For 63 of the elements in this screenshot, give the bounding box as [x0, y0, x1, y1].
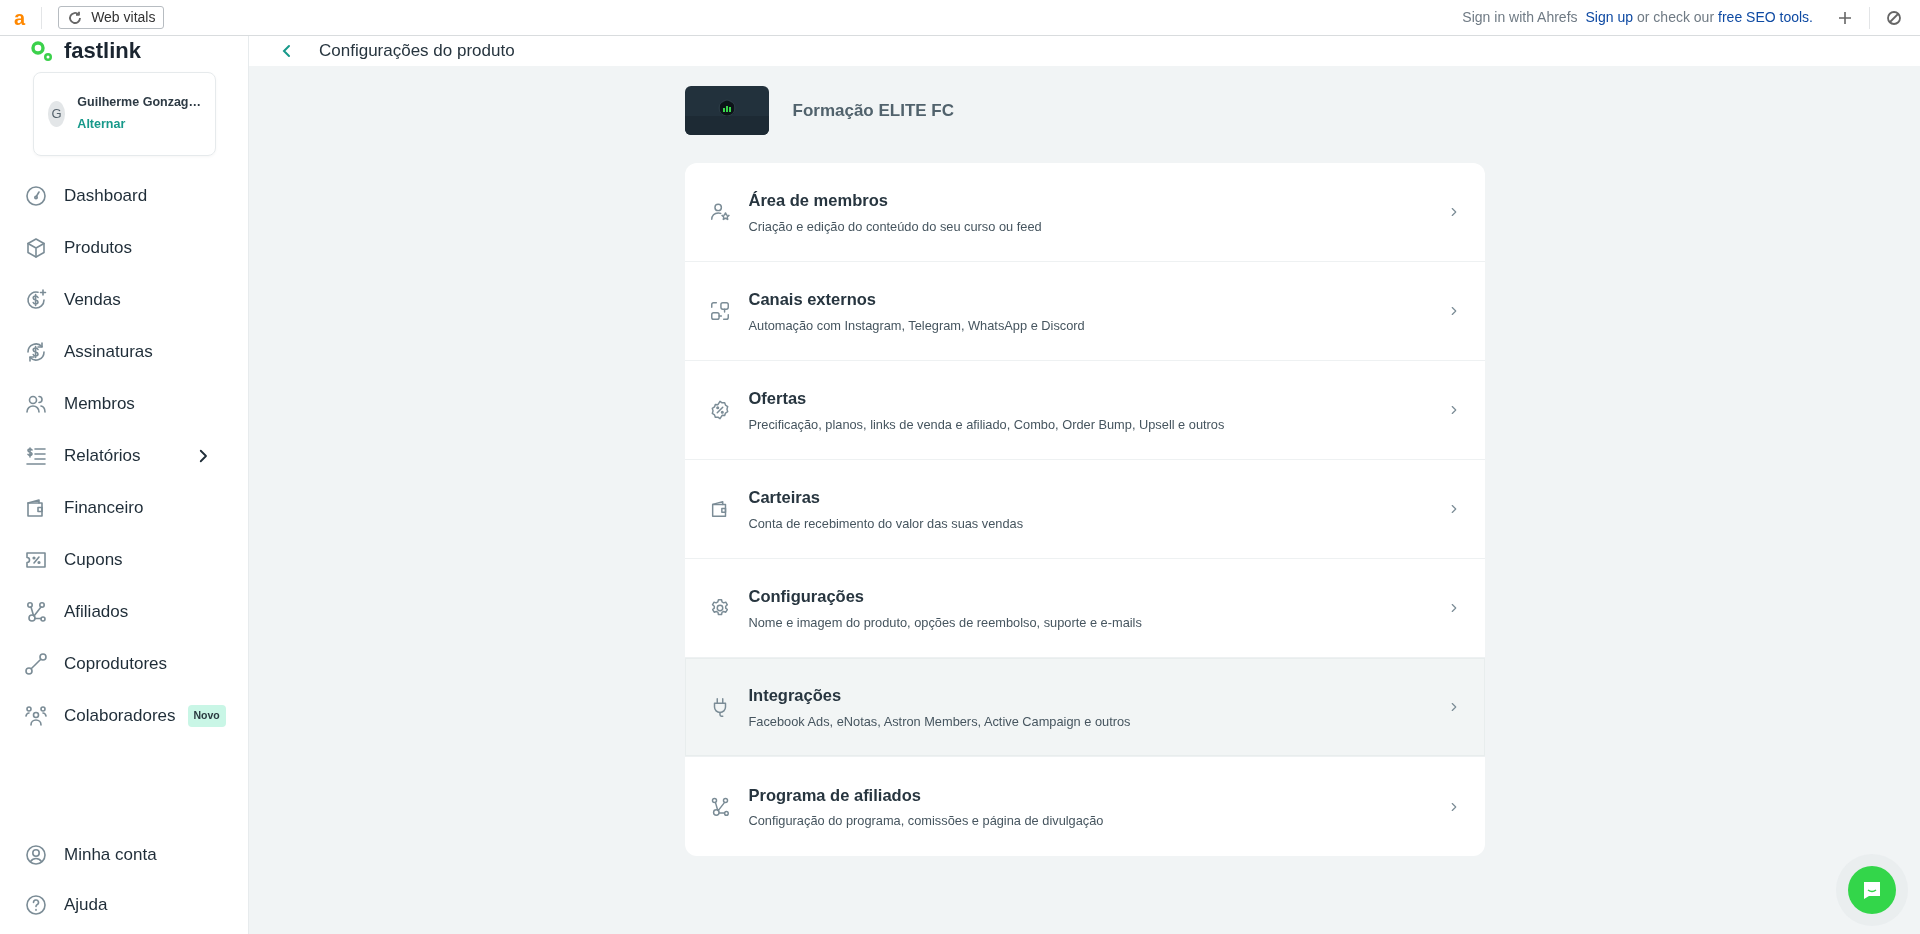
- item-description: Nome e imagem do produto, opções de reembolso, suporte e e-mails: [748, 613, 1142, 632]
- product-name: Formação ELITE FC: [792, 99, 955, 122]
- refresh-icon: [67, 9, 84, 26]
- team-icon: [24, 704, 48, 728]
- settings-item[interactable]: Área de membros Criação e edição do conteúdo do seu curso ou feed: [684, 163, 1485, 262]
- web-vitals-button[interactable]: Web vitals: [58, 6, 165, 29]
- sidebar-item[interactable]: Relatórios: [0, 430, 248, 482]
- help-icon: [24, 893, 48, 917]
- account-name: Guilherme Gonzag…: [77, 93, 201, 111]
- link-icon: [24, 652, 48, 676]
- settings-item[interactable]: Integrações Facebook Ads, eNotas, Astron Members, Active Campaign e outros: [684, 658, 1485, 757]
- chat-icon: [1861, 879, 1883, 901]
- sign-in-link[interactable]: Sign in with Ahrefs: [1462, 7, 1578, 28]
- sidebar-item[interactable]: Cupons: [0, 534, 248, 586]
- sidebar-item[interactable]: Produtos: [0, 222, 248, 274]
- item-title: Área de membros: [748, 190, 889, 212]
- item-description: Facebook Ads, eNotas, Astron Members, Active Campaign e outros: [748, 712, 1131, 731]
- item-title: Canais externos: [748, 289, 877, 311]
- item-title: Carteiras: [748, 487, 822, 509]
- user-star-icon: [708, 201, 731, 223]
- item-description: Criação e edição do conteúdo do seu curso ou feed: [748, 217, 1042, 236]
- sidebar-item[interactable]: Assinaturas: [0, 326, 248, 378]
- squares-icon: [708, 300, 731, 322]
- account-card[interactable]: G Guilherme Gonzag… Alternar: [33, 72, 216, 156]
- sidebar-item[interactable]: Financeiro: [0, 482, 248, 534]
- settings-item[interactable]: Canais externos Automação com Instagram, Telegram, WhatsApp e Discord: [684, 262, 1485, 361]
- block-icon[interactable]: [1886, 9, 1902, 26]
- settings-item[interactable]: Carteiras Conta de recebimento do valor das suas vendas: [684, 460, 1485, 559]
- user-circle-icon: [24, 843, 48, 867]
- new-badge: Novo: [187, 705, 226, 727]
- item-description: Precificação, planos, links de venda e afiliado, Combo, Order Bump, Upsell e outros: [748, 415, 1225, 434]
- gauge-icon: [24, 184, 48, 208]
- dollar-plus-icon: [24, 288, 48, 312]
- page-title: Configurações do produto: [319, 40, 515, 63]
- sidebar-item[interactable]: Vendas: [0, 274, 248, 326]
- seo-tools-link[interactable]: free SEO tools.: [1718, 7, 1813, 28]
- item-description: Conta de recebimento do valor das suas vendas: [748, 514, 1024, 533]
- item-title: Configurações: [748, 586, 866, 608]
- item-title: Ofertas: [748, 388, 808, 410]
- sidebar-item[interactable]: Ajuda: [0, 880, 248, 930]
- item-description: Configuração do programa, comissões e página de divulgação: [748, 812, 1104, 831]
- settings-item[interactable]: Programa de afiliados Configuração do programa, comissões e página de divulgação: [684, 757, 1485, 856]
- brand-logo: fastlink: [64, 40, 142, 62]
- switch-account-link[interactable]: Alternar: [77, 115, 126, 135]
- sidebar-item[interactable]: Dashboard: [0, 170, 248, 222]
- box-icon: [24, 236, 48, 260]
- promo-text: or check our: [1637, 8, 1715, 27]
- sidebar-item[interactable]: Minha conta: [0, 830, 248, 880]
- sidebar-item[interactable]: Afiliados: [0, 586, 248, 638]
- nodes-icon: [24, 600, 48, 624]
- sidebar-item[interactable]: Membros: [0, 378, 248, 430]
- sidebar-item[interactable]: Coprodutores: [0, 638, 248, 690]
- item-description: Automação com Instagram, Telegram, WhatsApp e Discord: [748, 316, 1085, 335]
- item-title: Programa de afiliados: [748, 784, 922, 806]
- sidebar-item[interactable]: Colaboradores Novo: [0, 690, 248, 742]
- settings-item[interactable]: Ofertas Precificação, planos, links de venda e afiliado, Combo, Order Bump, Upsell e outros: [684, 361, 1485, 460]
- add-icon[interactable]: [1837, 9, 1853, 26]
- dollar-cycle-icon: [24, 340, 48, 364]
- list-icon: [24, 444, 48, 468]
- item-title: Integrações: [748, 685, 843, 707]
- sign-up-link[interactable]: Sign up: [1585, 7, 1633, 28]
- chat-button[interactable]: [1848, 866, 1896, 914]
- avatar: G: [48, 101, 66, 127]
